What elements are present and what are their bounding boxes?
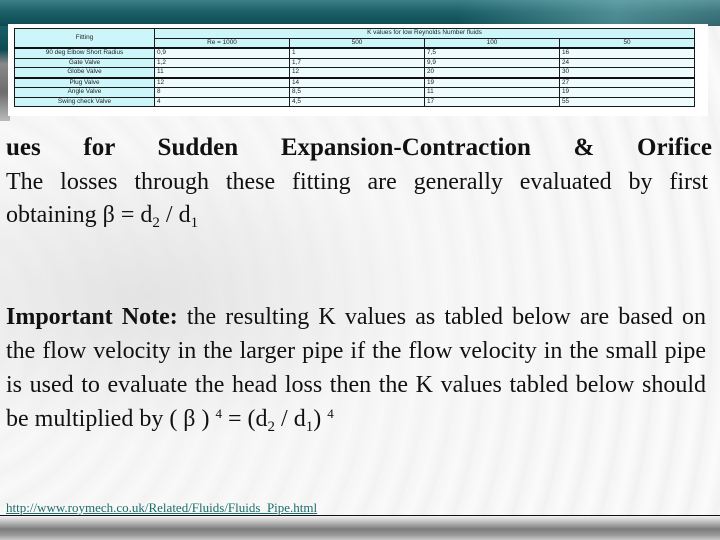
k-value: 27 — [559, 76, 695, 88]
formula-text: ) — [313, 406, 322, 432]
k-value: 8,5 — [289, 87, 425, 98]
k-value: 4,5 — [289, 96, 425, 107]
fitting-name: Angle Valve — [14, 87, 155, 98]
intro-paragraph: The losses through these fitting are gen… — [6, 166, 708, 232]
k-value: 11 — [154, 67, 290, 78]
re-column-header: Re = 1000 — [154, 37, 290, 49]
important-note-paragraph: Important Note: the resulting K values a… — [6, 300, 706, 436]
k-value: 1 — [289, 47, 425, 59]
k-value: 55 — [559, 96, 695, 107]
k-value: 30 — [559, 67, 695, 78]
intro-line-1: The losses through these fitting are gen… — [6, 169, 708, 195]
formula-text: = (d — [222, 406, 268, 432]
beta-formula: obtaining β = d2 / d1 — [6, 202, 199, 231]
subscript: 2 — [267, 419, 276, 435]
k-value: 12 — [154, 76, 290, 88]
note-label: Important Note: — [6, 304, 178, 330]
footer-bar — [0, 516, 720, 540]
k-value: 1,2 — [154, 57, 290, 68]
formula-text: / d — [159, 202, 191, 228]
k-values-table-panel: Fitting K values for low Reynolds Number… — [8, 24, 708, 116]
formula-text: obtaining β = d — [6, 202, 153, 228]
fitting-name: Plug Valve — [14, 76, 155, 88]
k-value: 0,9 — [154, 47, 290, 59]
source-link[interactable]: http://www.roymech.co.uk/Related/Fluids/… — [6, 500, 317, 516]
k-value: 19 — [424, 76, 560, 88]
table-row: Gate Valve 1,2 1,7 9,9 24 — [14, 57, 695, 68]
k-value: 19 — [559, 87, 695, 98]
re-column-header: 100 — [424, 37, 560, 49]
table-row: Plug Valve 12 14 19 27 — [14, 76, 695, 88]
fitting-name: Swing check Valve — [14, 96, 155, 107]
k-value: 20 — [424, 67, 560, 78]
table-row: Angle Valve 8 8,5 11 19 — [14, 87, 695, 98]
k-value: 7,5 — [424, 47, 560, 59]
fitting-header: Fitting — [14, 28, 155, 49]
k-value: 24 — [559, 57, 695, 68]
k-value: 17 — [424, 96, 560, 107]
formula-text: / d — [275, 406, 306, 432]
fitting-name: Gate Valve — [14, 57, 155, 68]
k-value: 12 — [289, 67, 425, 78]
table-row: 90 deg Elbow Short Radius 0,9 1 7,5 16 — [14, 47, 695, 59]
table-row: Swing check Valve 4 4,5 17 55 — [14, 96, 695, 107]
re-column-header: 50 — [559, 37, 695, 49]
group-header: K values for low Reynolds Number fluids — [154, 28, 695, 39]
k-value: 4 — [154, 96, 290, 107]
superscript: 4 — [327, 406, 334, 421]
section-heading: ues for Sudden Expansion-Contraction & O… — [6, 134, 712, 161]
table-row: Globe Valve 11 12 20 30 — [14, 67, 695, 78]
k-value: 8 — [154, 87, 290, 98]
re-column-header: 500 — [289, 37, 425, 49]
k-value: 9,9 — [424, 57, 560, 68]
subscript: 2 — [152, 215, 160, 231]
k-value: 1,7 — [289, 57, 425, 68]
k-value: 11 — [424, 87, 560, 98]
fitting-name: Globe Valve — [14, 67, 155, 78]
subscript: 1 — [190, 215, 199, 231]
fitting-name: 90 deg Elbow Short Radius — [14, 47, 155, 59]
top-banner — [0, 0, 720, 26]
k-value: 16 — [559, 47, 695, 59]
k-value: 14 — [289, 76, 425, 88]
k-values-table: Fitting K values for low Reynolds Number… — [14, 28, 695, 107]
